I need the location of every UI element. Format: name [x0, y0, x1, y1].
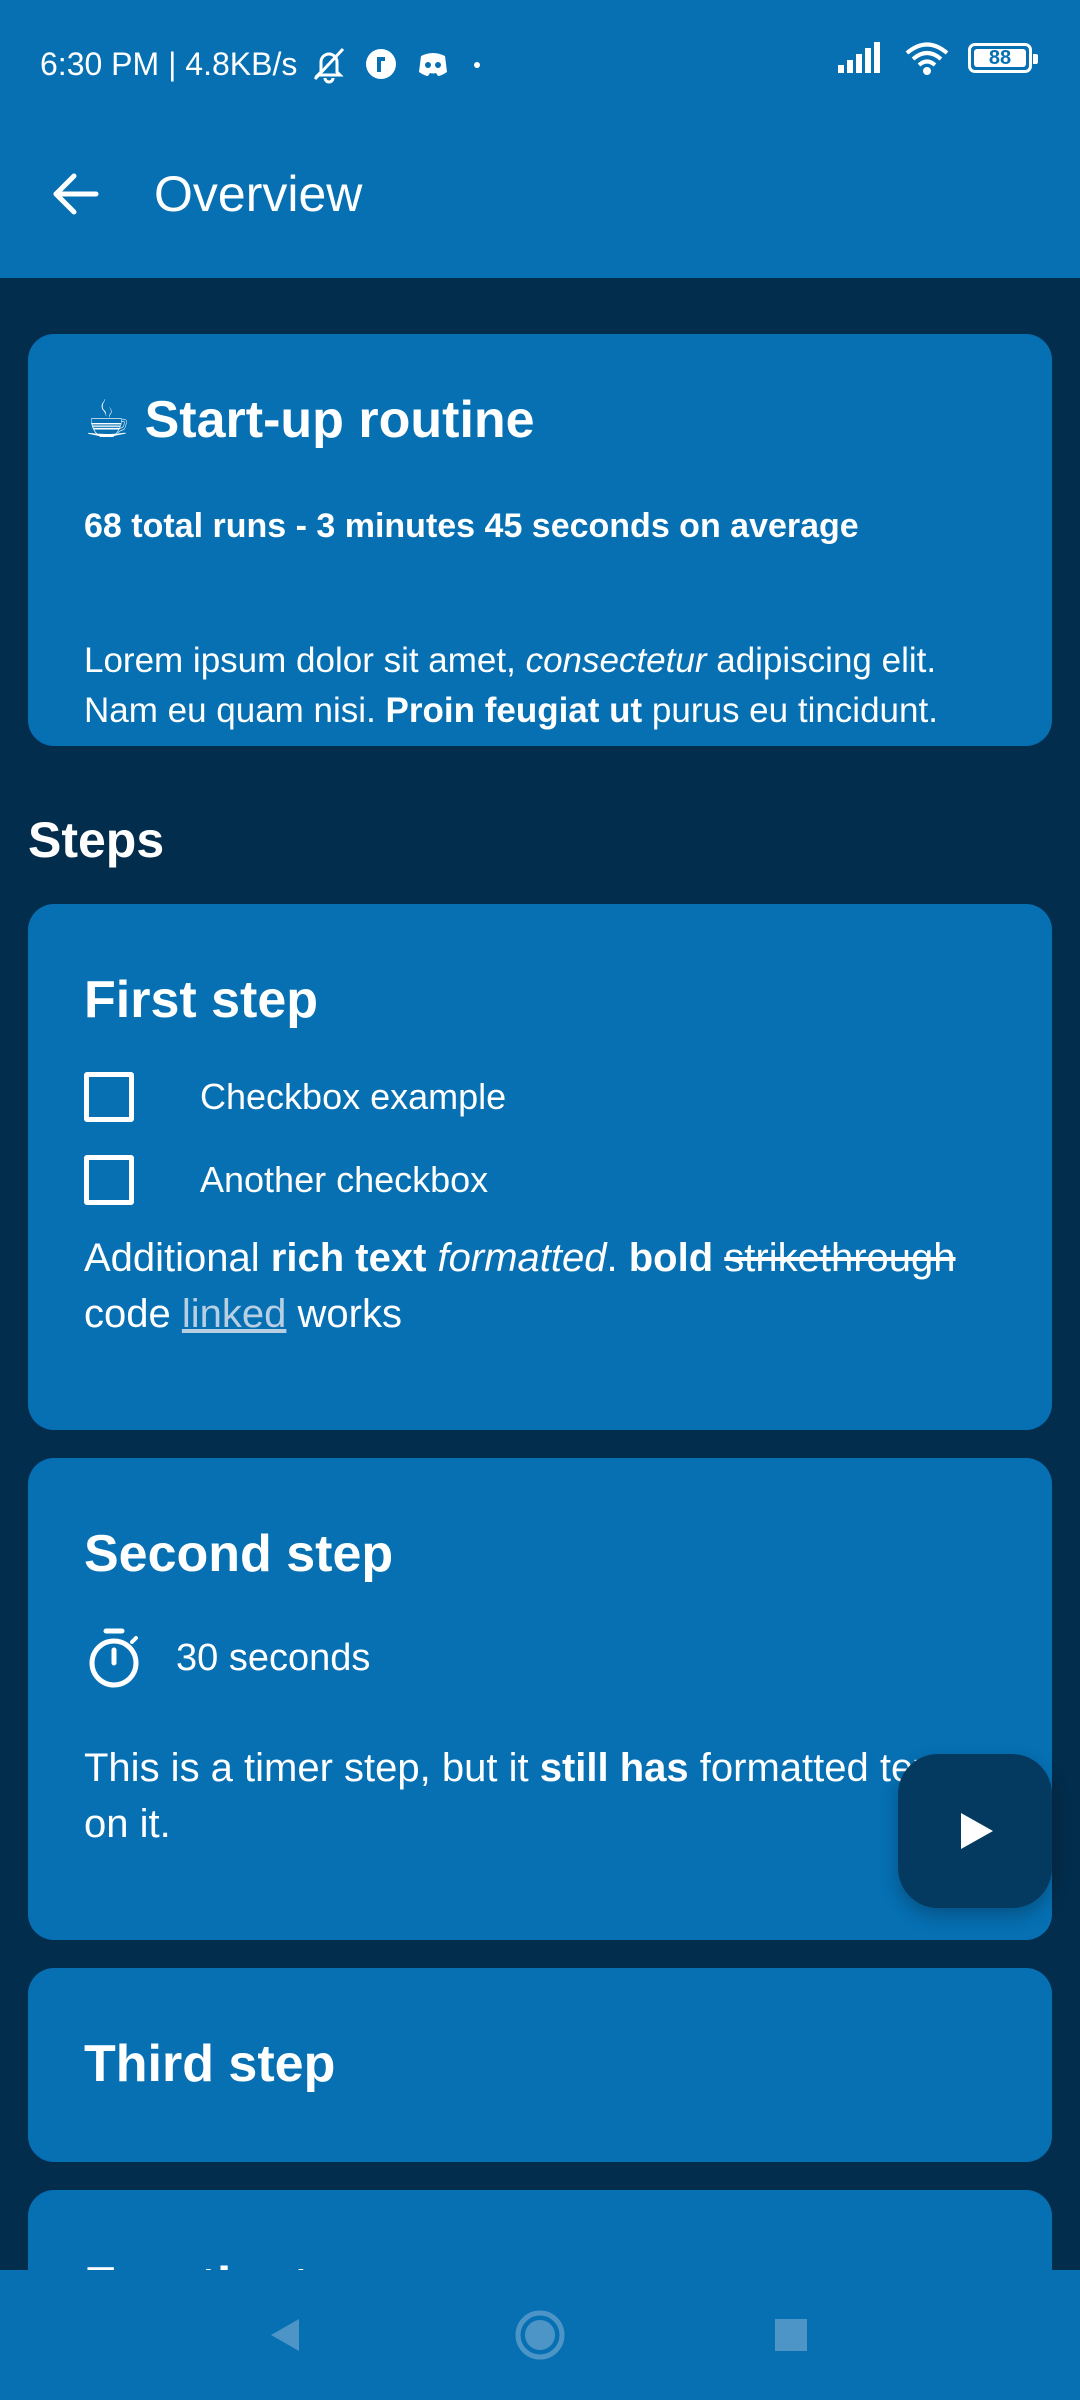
- nav-recents-button[interactable]: [756, 2300, 826, 2370]
- wifi-icon: [905, 42, 949, 75]
- dot-icon: [474, 62, 481, 68]
- bell-off-icon: [314, 47, 345, 84]
- nav-home-button[interactable]: [505, 2300, 575, 2370]
- timer-row: 30 seconds: [84, 1626, 370, 1690]
- step-title: First step: [84, 971, 319, 1029]
- signal-icon: [838, 42, 880, 73]
- checkbox-label: Another checkbox: [200, 1159, 489, 1200]
- nav-back-button[interactable]: [250, 2300, 320, 2370]
- checkbox-another[interactable]: Another checkbox: [84, 1155, 488, 1205]
- nav-recents-icon: [775, 2319, 807, 2351]
- routine-title-text: Start-up routine: [144, 391, 535, 449]
- page-title: Overview: [154, 166, 363, 222]
- status-time-speed: 6:30 PM | 4.8KB/s: [40, 46, 298, 82]
- battery-level: 88: [988, 46, 1012, 69]
- step-title: Third step: [84, 2035, 336, 2093]
- play-icon: [961, 1813, 993, 1849]
- routine-summary-card: ☕ Start-up routine 68 total runs - 3 min…: [28, 334, 1052, 746]
- stopwatch-icon: [89, 1628, 139, 1688]
- arrow-left-icon: [53, 173, 99, 215]
- battery-icon: 88: [968, 43, 1038, 73]
- nav-back-icon: [271, 2319, 299, 2351]
- step-card-first[interactable]: First step Checkbox example Another chec…: [28, 904, 1052, 1430]
- app-notification-icon: [366, 49, 397, 79]
- routine-description: Lorem ipsum dolor sit amet, consectetur …: [84, 641, 938, 730]
- overview-content[interactable]: ☕ Start-up routine 68 total runs - 3 min…: [0, 278, 1080, 2270]
- nav-home-icon: [515, 2310, 565, 2360]
- start-routine-button[interactable]: [898, 1754, 1052, 1908]
- step-card-fourth[interactable]: Fourth step: [28, 2190, 1052, 2270]
- checkbox-label: Checkbox example: [200, 1076, 507, 1117]
- top-bar: 6:30 PM | 4.8KB/s 88 Overview: [0, 0, 1080, 278]
- checkbox-box[interactable]: [84, 1072, 134, 1122]
- back-button[interactable]: [40, 158, 112, 230]
- step-card-third[interactable]: Third step: [28, 1968, 1052, 2162]
- timer-duration: 30 seconds: [176, 1637, 371, 1679]
- checkbox-box[interactable]: [84, 1155, 134, 1205]
- coffee-emoji-icon: ☕: [84, 391, 131, 449]
- step-title: Second step: [84, 1525, 394, 1583]
- system-nav-bar: [0, 2270, 1080, 2400]
- steps-heading: Steps: [28, 812, 165, 868]
- status-bar: 6:30 PM | 4.8KB/s 88: [0, 0, 1080, 128]
- discord-icon: [419, 53, 448, 76]
- rich-text-link[interactable]: linked: [182, 1292, 287, 1336]
- routine-stats: 68 total runs - 3 minutes 45 seconds on …: [84, 507, 859, 545]
- app-bar: Overview: [0, 128, 1080, 278]
- checkbox-example[interactable]: Checkbox example: [84, 1072, 506, 1122]
- step-rich-text: Additional rich text formatted. bold str…: [84, 1236, 956, 1336]
- routine-title: ☕ Start-up routine: [84, 384, 535, 456]
- step-title: Fourth step: [84, 2250, 370, 2270]
- step-rich-text: This is a timer step, but it still has f…: [84, 1746, 945, 1846]
